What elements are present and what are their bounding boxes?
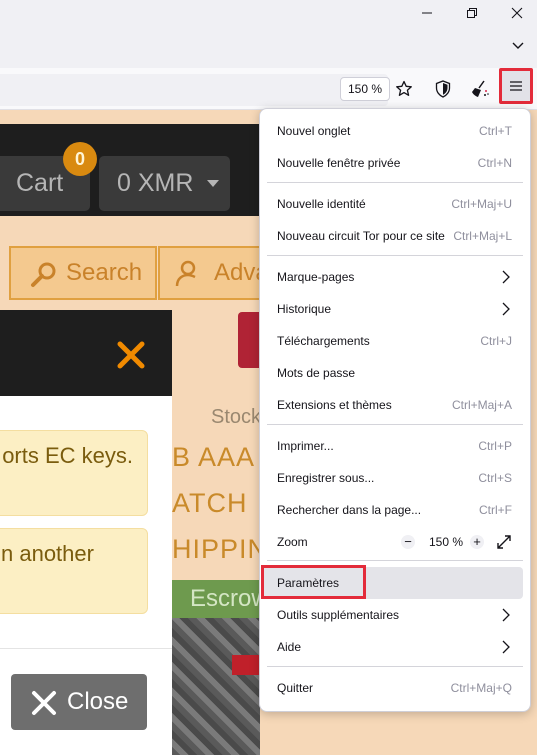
close-icon	[32, 691, 56, 715]
menu-separator	[267, 182, 523, 183]
close-button[interactable]: Close	[11, 674, 147, 730]
site-header: Cart 0 0 XMR	[0, 124, 260, 216]
menu-item-label: Historique	[277, 302, 332, 316]
modal-dialog: orts EC keys. n another Close	[0, 310, 172, 755]
chevron-right-icon	[502, 608, 510, 622]
menu-item-shortcut: Ctrl+P	[478, 439, 512, 453]
menu-item-label: Extensions et thèmes	[277, 398, 392, 412]
menu-item-shortcut: Ctrl+J	[480, 334, 512, 348]
menu-item-zoom: Zoom − 150 % +	[261, 527, 522, 557]
menu-item-label: Nouvelle fenêtre privée	[277, 156, 401, 170]
menu-item-label: Marque-pages	[277, 270, 355, 284]
menu-item-label: Outils supplémentaires	[277, 608, 400, 622]
site-nav: Search Adva	[0, 242, 298, 300]
menu-item-passwords[interactable]: Mots de passe	[261, 358, 522, 388]
menu-item-bookmarks[interactable]: Marque-pages	[261, 262, 522, 292]
modal-header	[0, 310, 172, 396]
menu-separator	[267, 424, 523, 425]
menu-item-print[interactable]: Imprimer... Ctrl+P	[261, 431, 522, 461]
menu-item-downloads[interactable]: Téléchargements Ctrl+J	[261, 326, 522, 356]
currency-dropdown[interactable]: 0 XMR	[99, 156, 230, 211]
navigation-toolbar: 150 %	[0, 68, 537, 110]
menu-item-shortcut: Ctrl+Maj+L	[453, 229, 512, 243]
menu-separator	[267, 560, 523, 561]
chevron-right-icon	[502, 270, 510, 284]
menu-item-label: Téléchargements	[277, 334, 370, 348]
menu-item-label: Mots de passe	[277, 366, 356, 380]
app-menu-panel: Nouvel onglet Ctrl+T Nouvelle fenêtre pr…	[259, 108, 531, 712]
chevron-right-icon	[502, 302, 510, 316]
caret-down-icon	[207, 180, 220, 188]
menu-item-shortcut: Ctrl+F	[479, 503, 512, 517]
menu-separator	[267, 255, 523, 256]
cart-label: Cart	[16, 169, 64, 197]
menu-item-new-private-window[interactable]: Nouvelle fenêtre privée Ctrl+N	[261, 148, 522, 178]
menu-item-label: Rechercher dans la page...	[277, 503, 422, 517]
menu-item-quit[interactable]: Quitter Ctrl+Maj+Q	[261, 673, 522, 703]
product-image[interactable]	[172, 618, 260, 755]
close-button-label: Close	[67, 688, 129, 715]
highlight-box	[261, 565, 366, 599]
user-search-icon	[175, 260, 196, 287]
menu-item-label: Nouvel onglet	[277, 124, 351, 138]
fullscreen-icon[interactable]	[497, 535, 511, 549]
menu-item-new-tor-circuit[interactable]: Nouveau circuit Tor pour ce site Ctrl+Ma…	[261, 221, 522, 251]
stock-label: Stock	[211, 406, 262, 428]
zoom-in-button[interactable]: +	[470, 535, 484, 549]
url-bar[interactable]	[0, 74, 388, 106]
menu-item-shortcut: Ctrl+S	[478, 471, 512, 485]
close-icon[interactable]	[114, 338, 148, 372]
escrow-badge: Escrow	[172, 580, 269, 618]
broom-icon[interactable]	[468, 77, 492, 101]
alert-message: n another	[0, 528, 148, 614]
menu-item-more-tools[interactable]: Outils supplémentaires	[261, 600, 522, 630]
menu-item-shortcut: Ctrl+T	[479, 124, 512, 138]
menu-item-label: Nouveau circuit Tor pour ce site	[277, 229, 445, 243]
menu-item-new-tab[interactable]: Nouvel onglet Ctrl+T	[261, 116, 522, 146]
alert-message: orts EC keys.	[0, 430, 148, 516]
zoom-out-button[interactable]: −	[401, 535, 415, 549]
menu-item-label: Enregistrer sous...	[277, 471, 375, 485]
product-image-detail	[232, 655, 260, 675]
menu-item-addons-themes[interactable]: Extensions et thèmes Ctrl+Maj+A	[261, 390, 522, 420]
menu-item-history[interactable]: Historique	[261, 294, 522, 324]
cart-count-badge: 0	[63, 142, 97, 176]
listing-title-line: B AAA	[172, 442, 256, 472]
menu-item-save-as[interactable]: Enregistrer sous... Ctrl+S	[261, 463, 522, 493]
menu-separator	[267, 666, 523, 667]
shield-icon[interactable]	[431, 77, 455, 101]
modal-divider	[0, 648, 172, 649]
menu-item-shortcut: Ctrl+Maj+Q	[450, 681, 512, 695]
title-bar	[0, 0, 537, 68]
currency-label: 0 XMR	[117, 169, 194, 197]
search-icon	[31, 262, 56, 287]
search-tab-label: Search	[66, 259, 143, 286]
hamburger-menu-icon[interactable]	[499, 68, 533, 104]
restore-icon[interactable]	[449, 0, 495, 26]
star-icon[interactable]	[392, 77, 416, 101]
menu-item-label: Zoom	[277, 535, 308, 549]
menu-item-shortcut: Ctrl+Maj+A	[451, 398, 512, 412]
alert-message-text: n another	[1, 541, 94, 566]
minimize-icon[interactable]	[404, 0, 450, 26]
menu-item-label: Nouvelle identité	[277, 197, 366, 211]
listing-title-line: HIPPIN	[172, 534, 269, 564]
menu-item-help[interactable]: Aide	[261, 632, 522, 662]
menu-item-shortcut: Ctrl+Maj+U	[451, 197, 512, 211]
search-tab[interactable]: Search	[9, 246, 157, 300]
zoom-level-badge[interactable]: 150 %	[340, 77, 391, 101]
listing-title-line: ATCH	[172, 488, 248, 518]
menu-item-label: Imprimer...	[277, 439, 334, 453]
close-window-icon[interactable]	[494, 0, 537, 26]
menu-item-new-identity[interactable]: Nouvelle identité Ctrl+Maj+U	[261, 189, 522, 219]
menu-item-find-in-page[interactable]: Rechercher dans la page... Ctrl+F	[261, 495, 522, 525]
chevron-down-icon[interactable]	[504, 34, 532, 58]
zoom-reset-button[interactable]: 150 %	[429, 527, 463, 557]
chevron-right-icon	[502, 640, 510, 654]
menu-item-shortcut: Ctrl+N	[477, 156, 512, 170]
menu-item-label: Quitter	[277, 681, 314, 695]
menu-item-label: Aide	[277, 640, 302, 654]
